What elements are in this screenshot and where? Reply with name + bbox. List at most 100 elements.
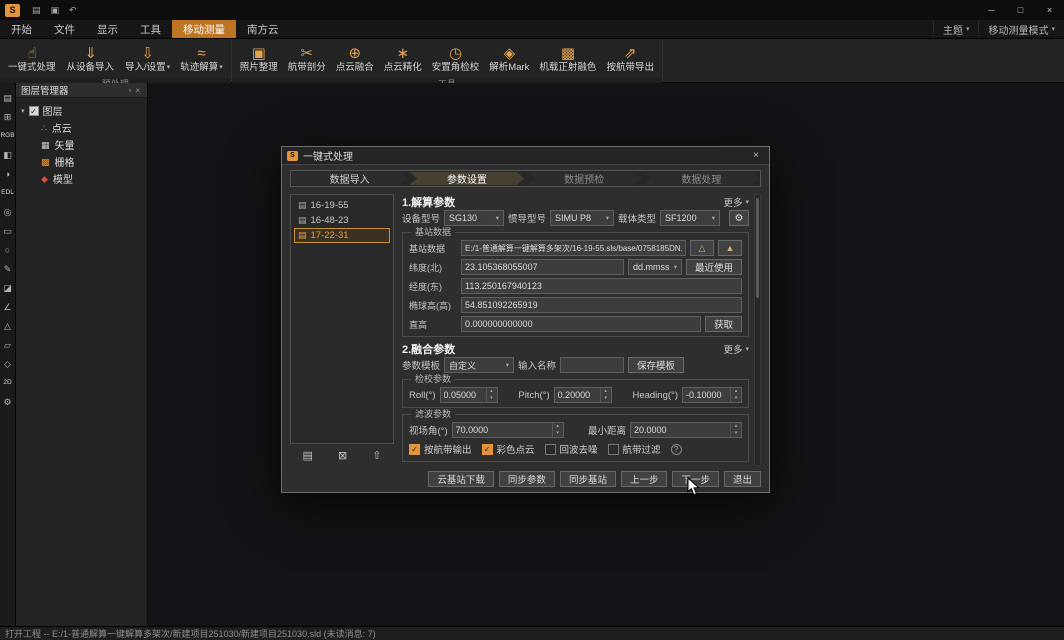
polygon-tool-icon[interactable]: ▱ (4, 339, 11, 351)
erase-tool-icon[interactable]: ◪ (3, 282, 12, 294)
fusion-more-button[interactable]: 更多▾ (723, 342, 749, 356)
open-icon[interactable]: ▣ (46, 5, 65, 16)
prev-step-button[interactable]: 上一步 (621, 471, 668, 487)
import-from-device-button[interactable]: ⇓ 从设备导入 (62, 40, 121, 78)
scrollbar-thumb[interactable] (756, 198, 759, 298)
boresight-calibration-button[interactable]: ◷ 安置角检校 (427, 40, 485, 78)
save-template-button[interactable]: 保存模板 (628, 357, 684, 373)
base-browse-button[interactable]: △ (690, 240, 714, 256)
layer-item-raster[interactable]: ▩ 栅格 (21, 153, 142, 170)
contrast-tool-icon[interactable]: ◑ (5, 168, 10, 180)
angle-format-select[interactable]: dd.mmss▾ (628, 259, 682, 275)
next-step-button[interactable]: 下一步 (672, 471, 719, 487)
mode-2d-icon[interactable]: 2D (3, 377, 11, 389)
min-distance-spinner[interactable]: ▴▾ (630, 422, 742, 438)
pin-icon[interactable]: ▫ (126, 86, 133, 95)
template-name-input[interactable] (560, 357, 624, 373)
strip-split-button[interactable]: ✂ 航带剖分 (283, 40, 331, 78)
imu-select[interactable]: SIMU P8▾ (550, 210, 614, 226)
latitude-input[interactable] (461, 259, 624, 275)
spin-up-icon[interactable]: ▴ (553, 423, 563, 430)
mission-item[interactable]: ▤ 17-22-31 (294, 228, 390, 243)
theme-select[interactable]: 主题 ▾ (933, 20, 979, 38)
solve-more-button[interactable]: 更多▾ (723, 195, 749, 209)
strip-filter-checkbox[interactable]: ✓ 航带过滤 (608, 442, 661, 456)
layer-root-checkbox[interactable]: ✓ (29, 106, 39, 116)
mode-select[interactable]: 移动测量模式 ▾ (978, 20, 1064, 38)
spin-up-icon[interactable]: ▴ (731, 388, 741, 395)
undo-icon[interactable]: ↶ (64, 5, 82, 16)
spin-up-icon[interactable]: ▴ (487, 388, 497, 395)
echo-denoise-checkbox[interactable]: ✓ 回波去噪 (545, 442, 598, 456)
export-icon[interactable]: ⇧ (372, 449, 381, 462)
edl-mode-icon[interactable]: EDL (1, 187, 14, 199)
menu-item-mobile-survey[interactable]: 移动测量 (172, 20, 236, 38)
menu-item-display[interactable]: 显示 (86, 20, 129, 38)
target-tool-icon[interactable]: ◎ (4, 206, 12, 218)
menu-item-file[interactable]: 文件 (43, 20, 86, 38)
parse-mark-button[interactable]: ◈ 解析Mark (484, 40, 534, 78)
ortho-coloring-button[interactable]: ▩ 机载正射融色 (534, 40, 601, 78)
layer-item-vector[interactable]: ▦ 矢量 (21, 136, 142, 153)
dialog-title-bar[interactable]: S 一键式处理 × (282, 147, 769, 165)
spin-down-icon[interactable]: ▾ (601, 395, 611, 402)
layers-tool-icon[interactable]: ▤ (3, 92, 12, 104)
base-chart-button[interactable]: ▲ (718, 240, 742, 256)
export-by-strip-button[interactable]: ⇗ 按航带导出 (601, 40, 659, 78)
split-view-tool-icon[interactable]: ◧ (3, 149, 12, 161)
trajectory-solve-button[interactable]: ≈ 轨迹解算▾ (175, 40, 228, 78)
dialog-close-icon[interactable]: × (748, 150, 764, 161)
menu-item-tools[interactable]: 工具 (129, 20, 172, 38)
panel-close-icon[interactable]: × (133, 86, 142, 95)
dialog-scrollbar[interactable] (754, 194, 761, 466)
get-button[interactable]: 获取 (705, 316, 742, 332)
diamond-tool-icon[interactable]: ◇ (4, 358, 11, 370)
sync-params-button[interactable]: 同步参数 (499, 471, 555, 487)
minimize-button[interactable]: ─ (977, 0, 1006, 20)
device-select[interactable]: SG130▾ (444, 210, 504, 226)
spin-down-icon[interactable]: ▾ (553, 430, 563, 437)
layer-item-model[interactable]: ◆ 模型 (21, 170, 142, 187)
template-select[interactable]: 自定义▾ (444, 357, 514, 373)
rect-select-tool-icon[interactable]: ▭ (3, 225, 12, 237)
exit-button[interactable]: 退出 (724, 471, 761, 487)
step-data-process[interactable]: 数据处理 (644, 172, 759, 185)
save-icon[interactable]: ▤ (27, 5, 46, 16)
spin-down-icon[interactable]: ▾ (487, 395, 497, 402)
settings-tool-icon[interactable]: ⚙ (3, 396, 11, 408)
pitch-spinner[interactable]: ▴▾ (554, 387, 612, 403)
mission-item[interactable]: ▤ 16-48-23 (294, 213, 390, 228)
spin-up-icon[interactable]: ▴ (731, 423, 741, 430)
circle-select-tool-icon[interactable]: ○ (5, 244, 10, 256)
pointcloud-fusion-button[interactable]: ⊕ 点云融合 (331, 40, 379, 78)
menu-item-start[interactable]: 开始 (0, 20, 43, 38)
spin-up-icon[interactable]: ▴ (601, 388, 611, 395)
trash-icon[interactable]: ⊠ (338, 449, 347, 462)
draw-tool-icon[interactable]: ✎ (4, 263, 12, 275)
ellipsoid-height-input[interactable] (461, 297, 742, 313)
fov-spinner[interactable]: ▴▾ (452, 422, 564, 438)
help-icon[interactable]: ? (671, 444, 682, 455)
close-button[interactable]: × (1035, 0, 1064, 20)
layer-root-node[interactable]: ▾ ✓ 图层 (21, 102, 142, 119)
roll-spinner[interactable]: ▴▾ (440, 387, 498, 403)
strip-output-checkbox[interactable]: ✓ 按航带输出 (409, 442, 472, 456)
menu-item-south-cloud[interactable]: 南方云 (236, 20, 290, 38)
import-settings-button[interactable]: ⇩ 导入/设置▾ (120, 40, 175, 78)
tree-caret-icon[interactable]: ▾ (21, 107, 25, 115)
folder-icon[interactable]: ▤ (303, 449, 313, 462)
color-pointcloud-checkbox[interactable]: ✓ 彩色点云 (482, 442, 535, 456)
step-parameter-settings[interactable]: 参数设置 (409, 172, 524, 185)
maximize-button[interactable]: □ (1006, 0, 1035, 20)
step-data-import[interactable]: 数据导入 (292, 172, 407, 185)
device-settings-button[interactable]: ⚙ (729, 210, 749, 226)
step-data-precheck[interactable]: 数据预检 (527, 172, 642, 185)
rgb-mode-icon[interactable]: RGB (0, 130, 14, 142)
carrier-select[interactable]: SF1200▾ (660, 210, 720, 226)
recent-used-button[interactable]: 最近使用 (686, 259, 742, 275)
mission-item[interactable]: ▤ 16-19-55 (294, 198, 390, 213)
direct-height-input[interactable] (461, 316, 701, 332)
layer-item-pointcloud[interactable]: ∴ 点云 (21, 119, 142, 136)
longitude-input[interactable] (461, 278, 742, 294)
sync-base-button[interactable]: 同步基站 (560, 471, 616, 487)
